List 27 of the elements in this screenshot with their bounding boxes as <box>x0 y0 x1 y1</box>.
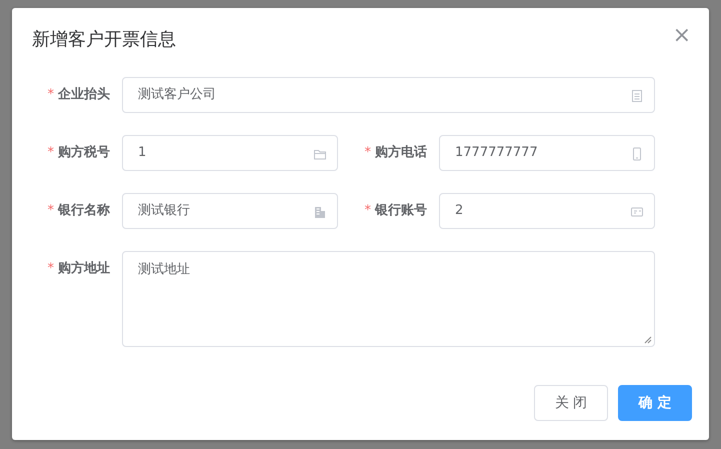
required-mark: * <box>364 145 371 160</box>
close-dialog-button[interactable]: 关 闭 <box>534 385 608 421</box>
phone-icon <box>630 147 644 161</box>
field-label: 购方电话 <box>375 145 427 160</box>
folder-icon <box>313 147 327 161</box>
resize-handle-icon[interactable] <box>644 336 652 344</box>
field-label: 购方地址 <box>58 261 110 276</box>
required-mark: * <box>48 87 54 102</box>
required-mark: * <box>364 203 371 218</box>
input-field[interactable]: 1777777777 <box>439 135 655 171</box>
input-field[interactable]: 1 <box>122 135 338 171</box>
input-field[interactable]: 测试银行 <box>122 193 338 229</box>
dialog-title: 新增客户开票信息 <box>32 28 176 52</box>
input-field[interactable]: 测试客户公司 <box>122 77 655 113</box>
field-label: 企业抬头 <box>58 87 110 102</box>
required-mark: * <box>48 203 54 218</box>
card-icon <box>630 205 644 219</box>
address-textarea[interactable]: 测试地址 <box>122 251 655 347</box>
required-mark: * <box>48 261 54 276</box>
field-label: 银行名称 <box>58 203 110 218</box>
building-icon <box>313 205 327 219</box>
field-label: 购方税号 <box>58 145 110 160</box>
input-field[interactable]: 2 <box>439 193 655 229</box>
document-icon <box>630 89 644 103</box>
field-label: 银行账号 <box>375 203 427 218</box>
close-button[interactable]: × <box>672 26 691 46</box>
required-mark: * <box>48 145 54 160</box>
